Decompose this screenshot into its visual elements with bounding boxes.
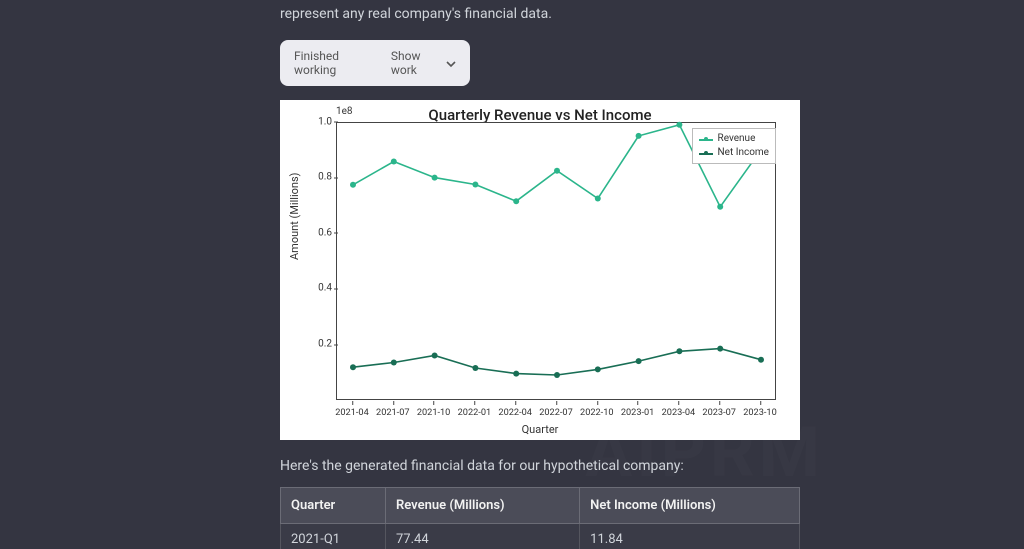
table-body: 2021-Q177.4411.842021-Q285.7613.45: [281, 524, 800, 549]
y-axis-label: Amount (Millions): [288, 172, 301, 259]
x-tick: 2021-04: [335, 407, 369, 418]
x-axis-label: Quarter: [280, 423, 800, 436]
x-tick: 2021-10: [417, 407, 451, 418]
legend: Revenue Net Income: [692, 128, 776, 164]
x-tick: 2022-07: [539, 407, 573, 418]
x-tick: 2023-07: [702, 407, 736, 418]
show-work-toggle[interactable]: Show work: [391, 49, 456, 77]
y-tick: 0.2: [310, 339, 332, 350]
code-status-pill[interactable]: Finished working Show work: [280, 40, 470, 86]
legend-swatch-icon: [699, 135, 713, 143]
followup-text: Here's the generated financial data for …: [280, 456, 800, 478]
x-tick: 2023-01: [621, 407, 655, 418]
table-row: 2021-Q177.4411.84: [281, 524, 800, 549]
legend-swatch-icon: [699, 149, 713, 157]
legend-label: Net Income: [718, 146, 769, 160]
x-tick: 2023-10: [743, 407, 777, 418]
x-tick: 2021-07: [376, 407, 410, 418]
table-cell: 11.84: [580, 524, 800, 549]
table-header-row: Quarter Revenue (Millions) Net Income (M…: [281, 488, 800, 524]
col-quarter: Quarter: [281, 488, 386, 524]
chevron-down-icon: [446, 58, 456, 68]
legend-item-revenue: Revenue: [699, 132, 769, 146]
page-root: AIPRM represent any real company's finan…: [0, 0, 1024, 549]
y-tick: 0.8: [310, 172, 332, 183]
lead-text: represent any real company's financial d…: [280, 4, 800, 26]
x-tick: 2022-01: [458, 407, 492, 418]
financial-table: Quarter Revenue (Millions) Net Income (M…: [280, 487, 800, 549]
table-cell: 2021-Q1: [281, 524, 386, 549]
col-revenue: Revenue (Millions): [385, 488, 579, 524]
x-tick: 2022-04: [498, 407, 532, 418]
table-cell: 77.44: [385, 524, 579, 549]
x-tick: 2022-10: [580, 407, 614, 418]
chart-image: Quarterly Revenue vs Net Income 1e8 Amou…: [280, 100, 800, 440]
show-work-label: Show work: [391, 49, 440, 77]
y-multiplier: 1e8: [336, 106, 353, 117]
legend-label: Revenue: [718, 132, 756, 146]
col-netincome: Net Income (Millions): [580, 488, 800, 524]
status-label: Finished working: [294, 49, 373, 77]
assistant-message: represent any real company's financial d…: [280, 0, 800, 549]
x-tick: 2023-04: [662, 407, 696, 418]
y-tick: 0.4: [310, 283, 332, 294]
y-tick: 0.6: [310, 227, 332, 238]
y-tick: 1.0: [310, 116, 332, 127]
legend-item-netincome: Net Income: [699, 146, 769, 160]
